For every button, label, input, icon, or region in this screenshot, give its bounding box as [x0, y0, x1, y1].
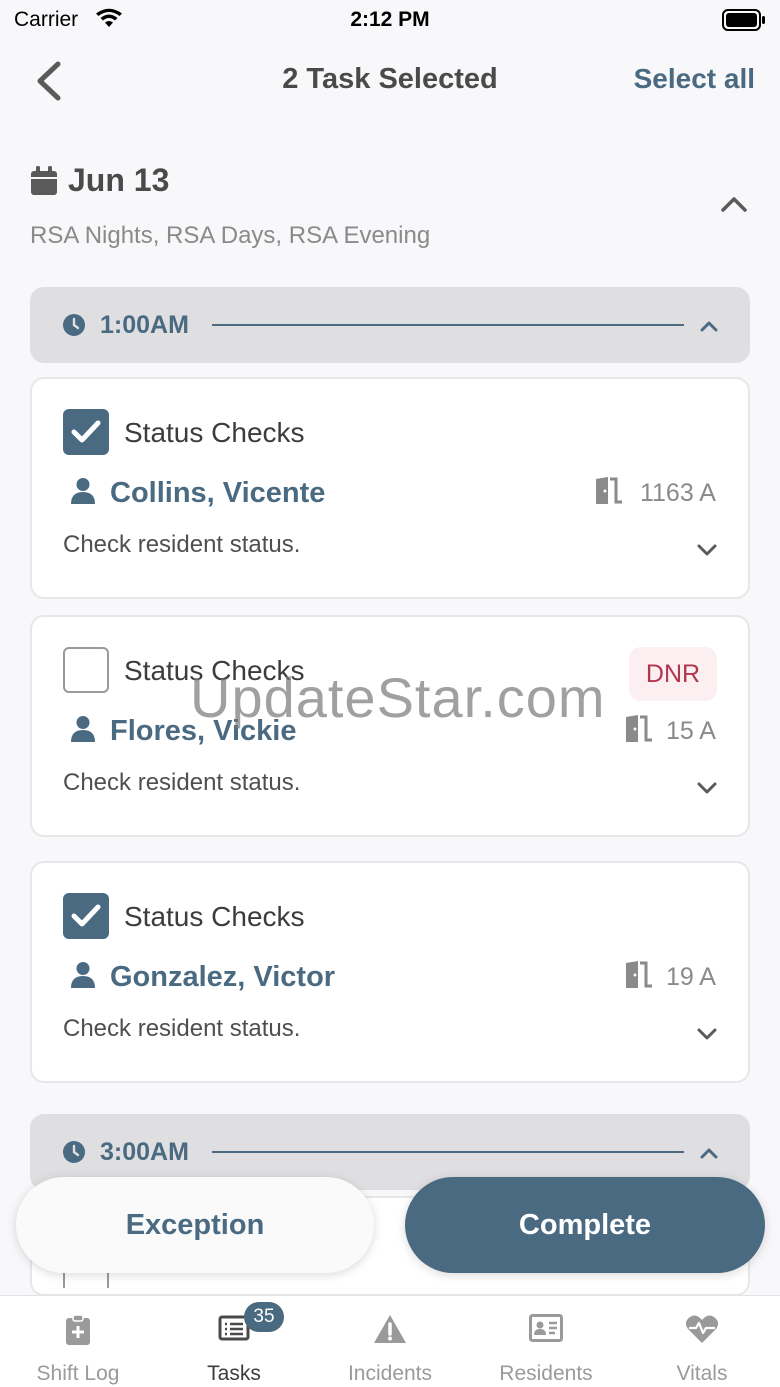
clipboard-plus-icon [0, 1314, 156, 1346]
task-checkbox[interactable] [63, 647, 109, 693]
calendar-icon [30, 166, 58, 201]
expand-task-button[interactable] [696, 777, 718, 804]
task-title: Status Checks [124, 417, 305, 448]
task-title: Status Checks [124, 901, 305, 932]
heartbeat-icon [624, 1314, 780, 1344]
tab-label: Vitals [676, 1362, 728, 1385]
time-label: 1:00AM [100, 311, 189, 339]
task-card[interactable]: Status Checks DNR Flores, Vickie 15 A Ch… [30, 615, 750, 837]
battery-icon [722, 9, 766, 37]
clock-icon [62, 1140, 86, 1169]
tab-residents[interactable]: Residents [468, 1296, 624, 1387]
chevron-down-icon [697, 782, 717, 794]
door-icon [624, 715, 654, 748]
checkmark-icon [71, 904, 101, 927]
tab-tasks[interactable]: 35 Tasks [156, 1296, 312, 1387]
tab-incidents[interactable]: Incidents [312, 1296, 468, 1387]
select-all-button[interactable]: Select all [634, 63, 755, 95]
time-label: 3:00AM [100, 1138, 189, 1166]
tab-bar: Shift Log 35 Tasks Incidents Residents V… [0, 1295, 780, 1387]
person-icon [70, 477, 96, 510]
collapse-date-button[interactable] [718, 188, 750, 220]
tab-vitals[interactable]: Vitals [624, 1296, 780, 1387]
task-description: Check resident status. [63, 769, 301, 796]
task-title: Status Checks [124, 655, 305, 686]
task-list-icon [156, 1314, 312, 1342]
chevron-down-icon [697, 1028, 717, 1040]
time-divider [212, 324, 684, 326]
room-number: 19 A [665, 963, 716, 991]
room-number: 15 A [665, 717, 716, 745]
clock-icon [62, 313, 86, 342]
time-divider [212, 1151, 684, 1153]
tab-label: Incidents [347, 1362, 433, 1385]
tab-label: Shift Log [36, 1362, 120, 1385]
task-checkbox[interactable] [63, 893, 109, 939]
task-card[interactable]: Status Checks Collins, Vicente 1163 A Ch… [30, 377, 750, 599]
task-checkbox[interactable] [63, 409, 109, 455]
door-icon [624, 961, 654, 994]
expand-task-button[interactable] [696, 539, 718, 566]
exception-button[interactable]: Exception [16, 1177, 374, 1273]
task-card[interactable]: Status Checks Gonzalez, Victor 19 A Chec… [30, 861, 750, 1083]
checkmark-icon [71, 420, 101, 443]
task-description: Check resident status. [63, 1015, 301, 1042]
date-section-header: Jun 13 RSA Nights, RSA Days, RSA Evening [30, 160, 750, 260]
warning-icon [312, 1314, 468, 1344]
tab-label: Residents [499, 1362, 593, 1385]
room-number: 1163 A [639, 479, 716, 507]
tab-shift-log[interactable]: Shift Log [0, 1296, 156, 1387]
chevron-up-icon [721, 197, 747, 212]
door-icon [594, 477, 624, 510]
navigation-bar: 2 Task Selected Select all [0, 48, 780, 114]
status-bar: Carrier 2:12 PM [0, 0, 780, 40]
resident-name[interactable]: Collins, Vicente [110, 477, 325, 510]
tab-label: Tasks [207, 1362, 261, 1385]
chevron-up-icon [698, 315, 720, 342]
resident-name[interactable]: Flores, Vickie [110, 715, 296, 748]
person-icon [70, 961, 96, 994]
tasks-count-badge: 35 [244, 1302, 284, 1332]
expand-task-button[interactable] [696, 1023, 718, 1050]
time-group-header[interactable]: 1:00AM [30, 287, 750, 363]
dnr-badge: DNR [629, 647, 717, 701]
shift-list: RSA Nights, RSA Days, RSA Evening [30, 222, 431, 249]
id-card-icon [468, 1314, 624, 1342]
resident-name[interactable]: Gonzalez, Victor [110, 961, 335, 994]
chevron-down-icon [697, 544, 717, 556]
person-icon [70, 715, 96, 748]
chevron-up-icon [698, 1142, 720, 1169]
date-label: Jun 13 [68, 162, 170, 198]
task-description: Check resident status. [63, 531, 301, 558]
clock-time: 2:12 PM [350, 8, 430, 31]
complete-button[interactable]: Complete [405, 1177, 765, 1273]
